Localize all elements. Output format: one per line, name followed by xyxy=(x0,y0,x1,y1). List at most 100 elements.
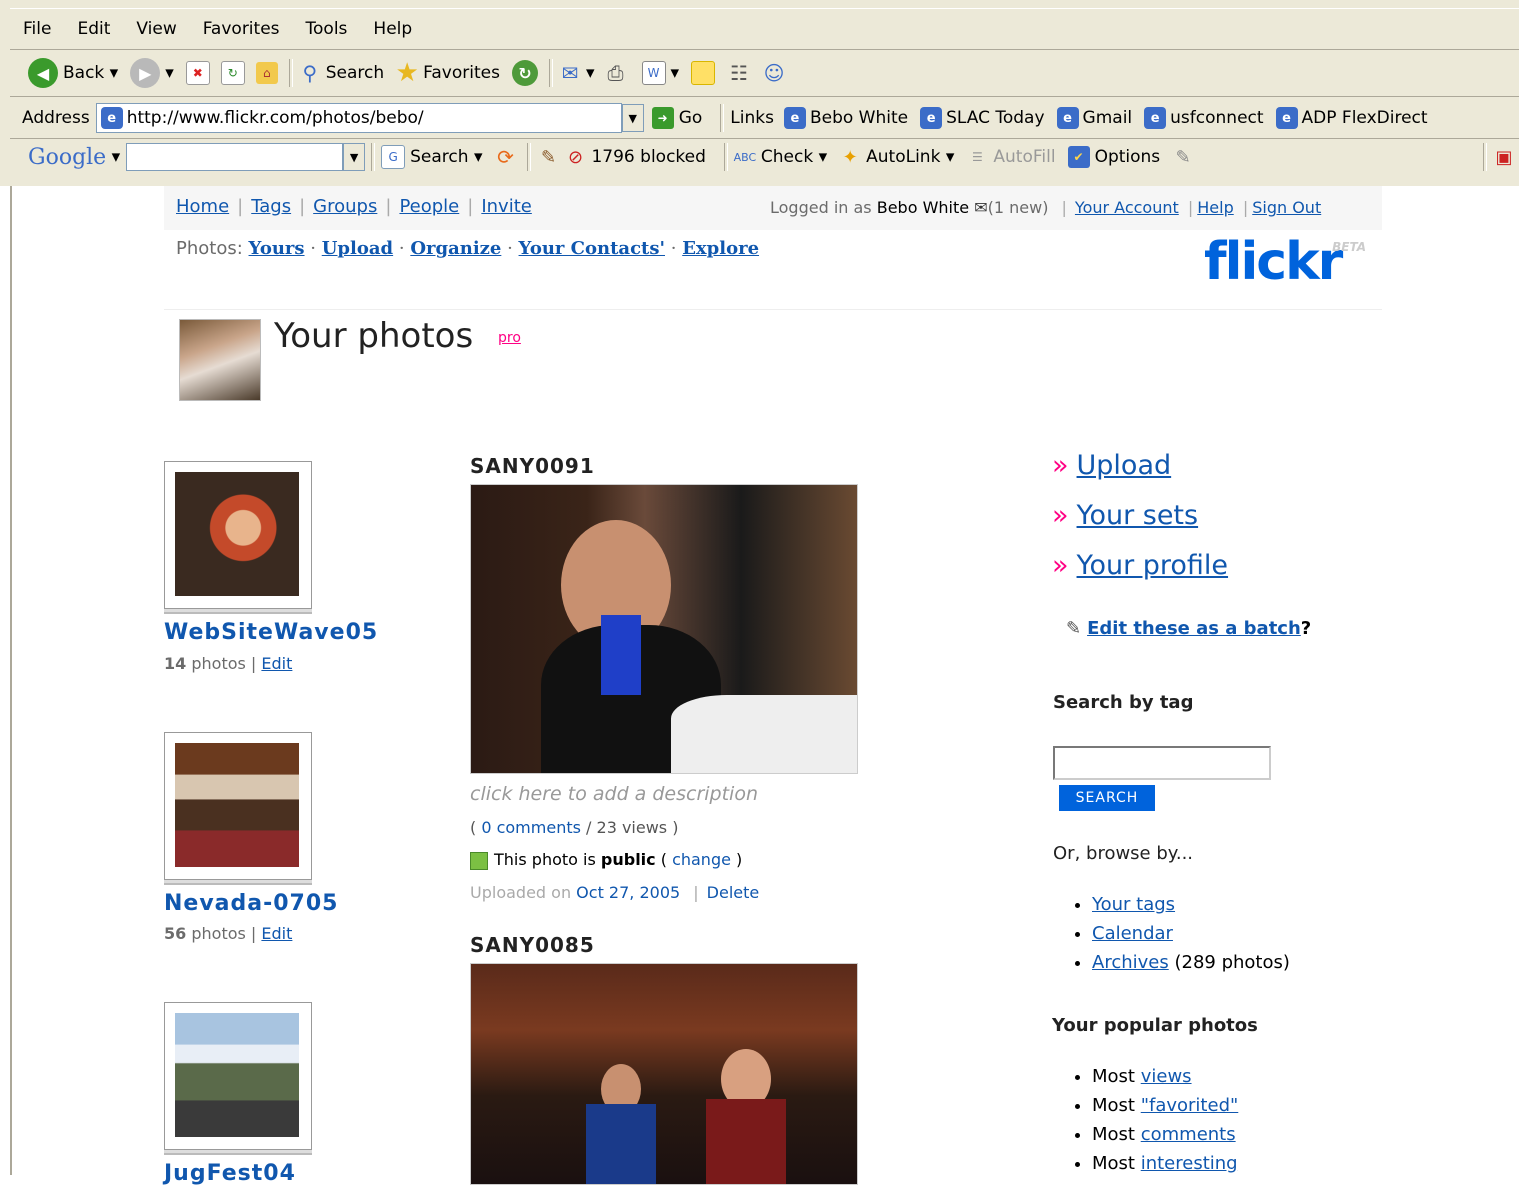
link-usfconnect[interactable]: e usfconnect xyxy=(1144,107,1264,129)
link-bebo-white[interactable]: e Bebo White xyxy=(783,107,908,129)
description-placeholder[interactable]: click here to add a description xyxy=(470,783,758,805)
standard-toolbar: ◀ Back ▾ ▶ ▾ ✖ ↻ ⌂ ⚲ Search ★ Favorites ↻… xyxy=(10,50,1519,97)
note-icon[interactable] xyxy=(691,61,716,85)
browse-calendar[interactable]: Calendar xyxy=(1092,923,1173,944)
comments-link[interactable]: 0 comments xyxy=(481,818,581,837)
browse-archives[interactable]: Archives xyxy=(1092,952,1169,973)
popular-favorited[interactable]: "favorited" xyxy=(1141,1095,1239,1116)
nav-your-account[interactable]: Your Account xyxy=(1075,198,1179,217)
set-meta: 56 photos | Edit xyxy=(164,924,293,943)
popup-blocker[interactable]: ⊘ 1796 blocked xyxy=(564,146,706,168)
nav-home[interactable]: Home xyxy=(176,196,229,217)
new-messages[interactable]: (1 new) xyxy=(988,198,1049,217)
popular-heading: Your popular photos xyxy=(1052,1015,1258,1036)
autofill-button[interactable]: ☰ AutoFill xyxy=(966,146,1056,168)
popular-views[interactable]: views xyxy=(1141,1066,1192,1087)
news-icon[interactable]: ✎ xyxy=(537,146,559,168)
menu-view[interactable]: View xyxy=(136,19,176,39)
options-button[interactable]: ✔ Options xyxy=(1067,146,1160,168)
menu-file[interactable]: File xyxy=(23,19,51,39)
google-search-button[interactable]: G Search ▾ xyxy=(381,145,482,169)
menu-favorites[interactable]: Favorites xyxy=(203,19,280,39)
popular-comments[interactable]: comments xyxy=(1141,1124,1236,1145)
menu-help[interactable]: Help xyxy=(373,19,412,39)
history-icon[interactable]: ↻ xyxy=(511,60,538,86)
set-title[interactable]: WebSiteWave05 xyxy=(164,620,378,645)
popular-list: Most views Most "favorited" Most comment… xyxy=(1074,1062,1238,1178)
subnav-upload[interactable]: Upload xyxy=(322,238,393,259)
acrobat-icon[interactable]: ▣ xyxy=(1493,146,1515,168)
sidebar-upload[interactable]: » Upload xyxy=(1052,450,1171,481)
link-gmail[interactable]: e Gmail xyxy=(1056,107,1132,129)
flickr-logo[interactable]: flickr BETA xyxy=(1204,232,1374,302)
mail-icon[interactable]: ✉ xyxy=(559,61,581,85)
set-thumbnail[interactable] xyxy=(164,461,312,609)
subnav-explore[interactable]: Explore xyxy=(682,238,759,259)
nav-groups[interactable]: Groups xyxy=(313,196,377,217)
options-icon: ✔ xyxy=(1067,146,1090,168)
stop-icon[interactable]: ✖ xyxy=(185,61,210,85)
ie-page-icon: e xyxy=(920,107,943,129)
ie-page-icon: e xyxy=(1144,107,1167,129)
photo-image[interactable] xyxy=(470,963,858,1185)
set-thumbnail[interactable] xyxy=(164,732,312,880)
back-button[interactable]: ◀ Back ▾ xyxy=(28,58,118,88)
home-icon[interactable]: ⌂ xyxy=(255,62,278,84)
upload-date-link[interactable]: Oct 27, 2005 xyxy=(576,883,680,902)
ie-page-icon: e xyxy=(100,107,123,129)
photo-stats: ( 0 comments / 23 views ) xyxy=(470,818,679,837)
set-thumbnail[interactable] xyxy=(164,1002,312,1150)
delete-link[interactable]: Delete xyxy=(707,883,760,902)
avatar[interactable] xyxy=(179,319,261,401)
set-edit-link[interactable]: Edit xyxy=(261,924,292,943)
pro-badge[interactable]: pro xyxy=(498,330,521,346)
google-search-input[interactable] xyxy=(126,143,344,171)
tag-search-input[interactable] xyxy=(1053,746,1271,780)
print-icon[interactable]: ⎙ xyxy=(605,61,627,85)
link-adp-flexdirect[interactable]: e ADP FlexDirect xyxy=(1275,107,1428,129)
research-icon[interactable]: ☷ xyxy=(728,61,750,85)
refresh-icon[interactable]: ↻ xyxy=(220,61,245,85)
set-title[interactable]: JugFest04 xyxy=(164,1161,296,1186)
batch-edit-link[interactable]: Edit these as a batch xyxy=(1087,618,1301,639)
favorites-button[interactable]: ★ Favorites xyxy=(396,58,500,88)
search-button[interactable]: ⚲ Search xyxy=(299,61,384,85)
nav-people[interactable]: People xyxy=(399,196,459,217)
nav-help[interactable]: Help xyxy=(1197,198,1233,217)
subnav-yours[interactable]: Yours xyxy=(249,238,305,259)
set-title[interactable]: Nevada-0705 xyxy=(164,891,338,916)
address-dropdown[interactable]: ▼ xyxy=(621,104,644,132)
autolink-button[interactable]: ✦ AutoLink ▾ xyxy=(839,146,955,168)
sidebar-your-sets[interactable]: » Your sets xyxy=(1052,500,1198,531)
subnav-organize[interactable]: Organize xyxy=(410,238,501,259)
google-logo[interactable]: Google xyxy=(28,145,106,170)
photo-image[interactable] xyxy=(470,484,858,774)
address-input[interactable]: e http://www.flickr.com/photos/bebo/ xyxy=(95,103,622,133)
tag-search-button[interactable]: SEARCH xyxy=(1059,785,1155,811)
browse-your-tags[interactable]: Your tags xyxy=(1092,894,1175,915)
nav-invite[interactable]: Invite xyxy=(481,196,532,217)
set-edit-link[interactable]: Edit xyxy=(261,654,292,673)
messenger-icon[interactable]: ☺ xyxy=(763,61,785,85)
list-item: Your tags xyxy=(1092,890,1290,919)
menu-edit[interactable]: Edit xyxy=(77,19,110,39)
menu-tools[interactable]: Tools xyxy=(306,19,348,39)
change-privacy-link[interactable]: change xyxy=(672,850,731,869)
go-button[interactable]: ➜ Go xyxy=(651,107,702,129)
spell-check-button[interactable]: ABC Check ▾ xyxy=(733,146,828,168)
photo-title[interactable]: SANY0091 xyxy=(470,454,595,478)
google-search-dropdown[interactable]: ▼ xyxy=(343,143,366,171)
pagerank-icon[interactable]: ⟳ xyxy=(494,145,516,169)
nav-sign-out[interactable]: Sign Out xyxy=(1252,198,1321,217)
word-edit-icon[interactable]: W xyxy=(641,61,666,85)
sidebar-your-profile[interactable]: » Your profile xyxy=(1052,550,1228,581)
spellcheck-icon: ABC xyxy=(733,150,757,164)
nav-tags[interactable]: Tags xyxy=(251,196,291,217)
popular-interesting[interactable]: interesting xyxy=(1141,1153,1238,1174)
photo-title[interactable]: SANY0085 xyxy=(470,933,595,957)
subnav-your-contacts[interactable]: Your Contacts' xyxy=(519,238,665,259)
link-slac-today[interactable]: e SLAC Today xyxy=(920,107,1045,129)
highlighter-icon[interactable]: ✎ xyxy=(1172,146,1194,168)
envelope-icon[interactable]: ✉ xyxy=(974,198,987,217)
forward-button[interactable]: ▶ ▾ xyxy=(130,58,174,88)
